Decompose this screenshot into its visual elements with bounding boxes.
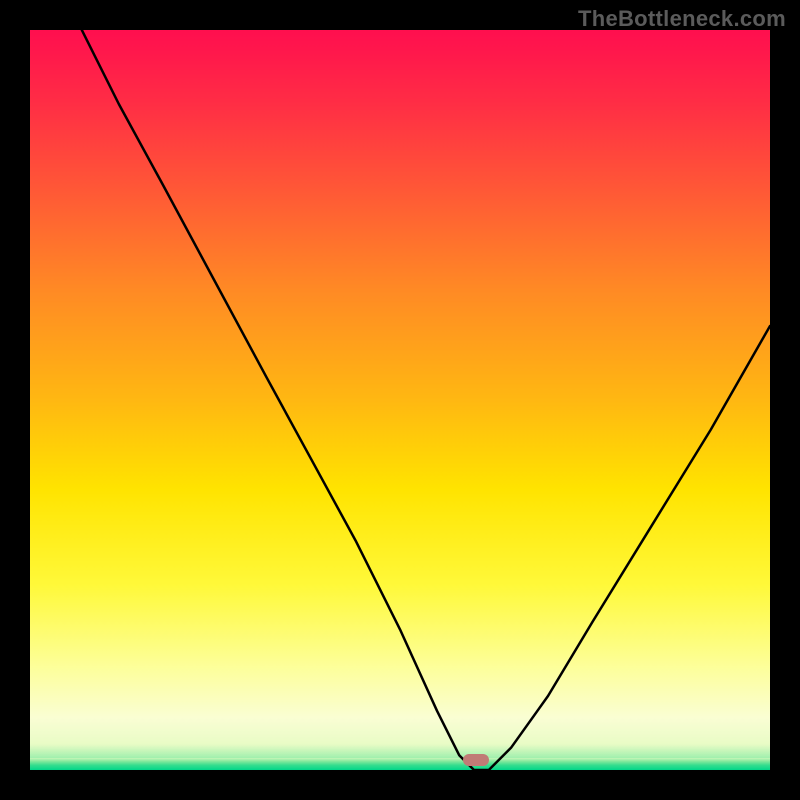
plot-area [30, 30, 770, 770]
chart-frame: TheBottleneck.com [0, 0, 800, 800]
watermark: TheBottleneck.com [578, 6, 786, 32]
optimum-marker [463, 754, 489, 766]
bottleneck-curve [30, 30, 770, 770]
